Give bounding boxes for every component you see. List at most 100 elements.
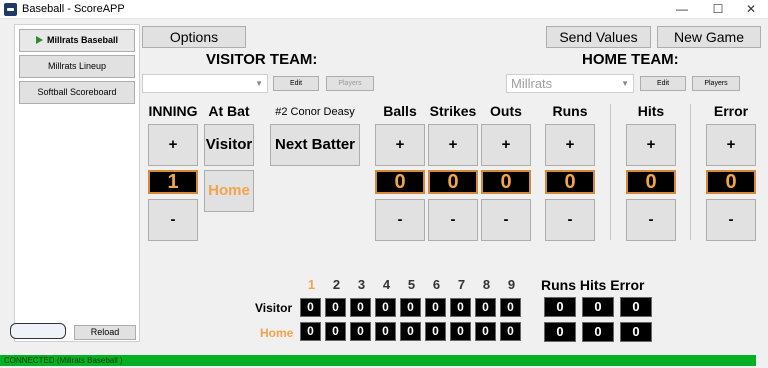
inning-score-cell: 0 (475, 322, 496, 341)
next-batter-button[interactable]: Next Batter (270, 124, 360, 166)
inning-score-cell: 0 (325, 322, 346, 341)
hits-total: 0 (582, 322, 614, 342)
chevron-down-icon: ▼ (621, 79, 629, 88)
strikes-label: Strikes (429, 103, 477, 119)
balls-value: 0 (375, 170, 425, 194)
linescore-home-label: Home (260, 326, 294, 340)
app-icon (4, 3, 17, 16)
strikes-plus-button[interactable]: + (428, 124, 478, 166)
inning-score-cell: 0 (500, 322, 521, 341)
error-label: Error (713, 103, 749, 119)
home-edit-button[interactable]: Edit (640, 76, 686, 91)
linescore-visitor-label: Visitor (255, 301, 293, 315)
inning-score-cell: 0 (450, 298, 471, 317)
play-icon (35, 36, 43, 44)
outs-value: 0 (481, 170, 531, 194)
visitor-team-heading: VISITOR TEAM: (206, 51, 318, 68)
inning-value: 1 (148, 170, 198, 194)
inning-score-cell: 0 (300, 298, 321, 317)
home-team-select[interactable]: Millrats ▼ (506, 74, 634, 93)
error-value: 0 (706, 170, 756, 194)
runs-total: 0 (544, 322, 576, 342)
inning-number: 8 (482, 277, 491, 292)
rhe-header: Runs Hits Error (541, 277, 645, 293)
runs-plus-button[interactable]: + (545, 124, 595, 166)
inning-number: 6 (432, 277, 441, 292)
inning-score-cell: 0 (400, 322, 421, 341)
inning-score-cell: 0 (325, 298, 346, 317)
balls-label: Balls (383, 103, 417, 119)
inning-number: 5 (407, 277, 416, 292)
inning-score-cell: 0 (300, 322, 321, 341)
visitor-team-select[interactable]: ▼ (142, 74, 268, 93)
inning-number: 3 (357, 277, 366, 292)
inning-score-cell: 0 (350, 322, 371, 341)
inning-number: 4 (382, 277, 391, 292)
current-batter: #2 Conor Deasy (275, 106, 355, 118)
options-button[interactable]: Options (142, 26, 246, 48)
error-total: 0 (620, 322, 652, 342)
hits-value: 0 (626, 170, 676, 194)
hits-plus-button[interactable]: + (626, 124, 676, 166)
inning-score-cell: 0 (375, 322, 396, 341)
outs-label: Outs (490, 103, 522, 119)
send-values-button[interactable]: Send Values (546, 26, 651, 48)
runs-value: 0 (545, 170, 595, 194)
inning-score-cell: 0 (350, 298, 371, 317)
at-bat-label: At Bat (208, 103, 250, 119)
home-players-button[interactable]: Players (692, 76, 740, 91)
strikes-minus-button[interactable]: - (428, 199, 478, 241)
inning-number: 7 (457, 277, 466, 292)
outs-plus-button[interactable]: + (481, 124, 531, 166)
sidebar-item-millrats-lineup[interactable]: Millrats Lineup (19, 55, 135, 78)
error-plus-button[interactable]: + (706, 124, 756, 166)
hits-minus-button[interactable]: - (626, 199, 676, 241)
reload-button[interactable]: Reload (74, 325, 136, 340)
inning-plus-button[interactable]: + (148, 124, 198, 166)
sidebar-item-softball-scoreboard[interactable]: Softball Scoreboard (19, 81, 135, 104)
outs-minus-button[interactable]: - (481, 199, 531, 241)
inning-score-cell: 0 (425, 322, 446, 341)
minimize-button[interactable]: — (665, 0, 699, 19)
runs-label: Runs (552, 103, 588, 119)
inning-number: 1 (307, 277, 316, 292)
inning-score-cell: 0 (500, 298, 521, 317)
inning-score-cell: 0 (400, 298, 421, 317)
scoreboards-logo (10, 323, 66, 339)
error-minus-button[interactable]: - (706, 199, 756, 241)
inning-score-cell: 0 (375, 298, 396, 317)
divider (690, 104, 691, 240)
sidebar: Millrats Baseball Millrats Lineup Softba… (14, 24, 140, 342)
divider (610, 104, 611, 240)
at-bat-visitor-button[interactable]: Visitor (204, 124, 254, 166)
new-game-button[interactable]: New Game (657, 26, 761, 48)
inning-label: INNING (148, 103, 198, 119)
error-total: 0 (620, 297, 652, 317)
strikes-value: 0 (428, 170, 478, 194)
inning-minus-button[interactable]: - (148, 199, 198, 241)
hits-total: 0 (582, 297, 614, 317)
chevron-down-icon: ▼ (255, 79, 263, 88)
maximize-button[interactable]: ☐ (701, 0, 735, 19)
status-bar: CONNECTED (Millrats Baseball ) (0, 355, 756, 366)
hits-label: Hits (637, 103, 665, 119)
balls-minus-button[interactable]: - (375, 199, 425, 241)
close-button[interactable]: ✕ (734, 0, 768, 19)
inning-number: 2 (332, 277, 341, 292)
runs-minus-button[interactable]: - (545, 199, 595, 241)
sidebar-item-millrats-baseball[interactable]: Millrats Baseball (19, 29, 135, 52)
home-team-value: Millrats (511, 76, 553, 91)
at-bat-home-button[interactable]: Home (204, 170, 254, 212)
balls-plus-button[interactable]: + (375, 124, 425, 166)
visitor-edit-button[interactable]: Edit (273, 76, 319, 91)
sidebar-item-label: Millrats Baseball (46, 35, 119, 45)
inning-number: 9 (507, 277, 516, 292)
title-bar: Baseball - ScoreAPP — ☐ ✕ (0, 0, 768, 19)
window-title: Baseball - ScoreAPP (22, 3, 125, 15)
runs-total: 0 (544, 297, 576, 317)
inning-score-cell: 0 (450, 322, 471, 341)
inning-score-cell: 0 (425, 298, 446, 317)
visitor-players-button[interactable]: Players (326, 76, 374, 91)
home-team-heading: HOME TEAM: (582, 51, 679, 68)
inning-score-cell: 0 (475, 298, 496, 317)
